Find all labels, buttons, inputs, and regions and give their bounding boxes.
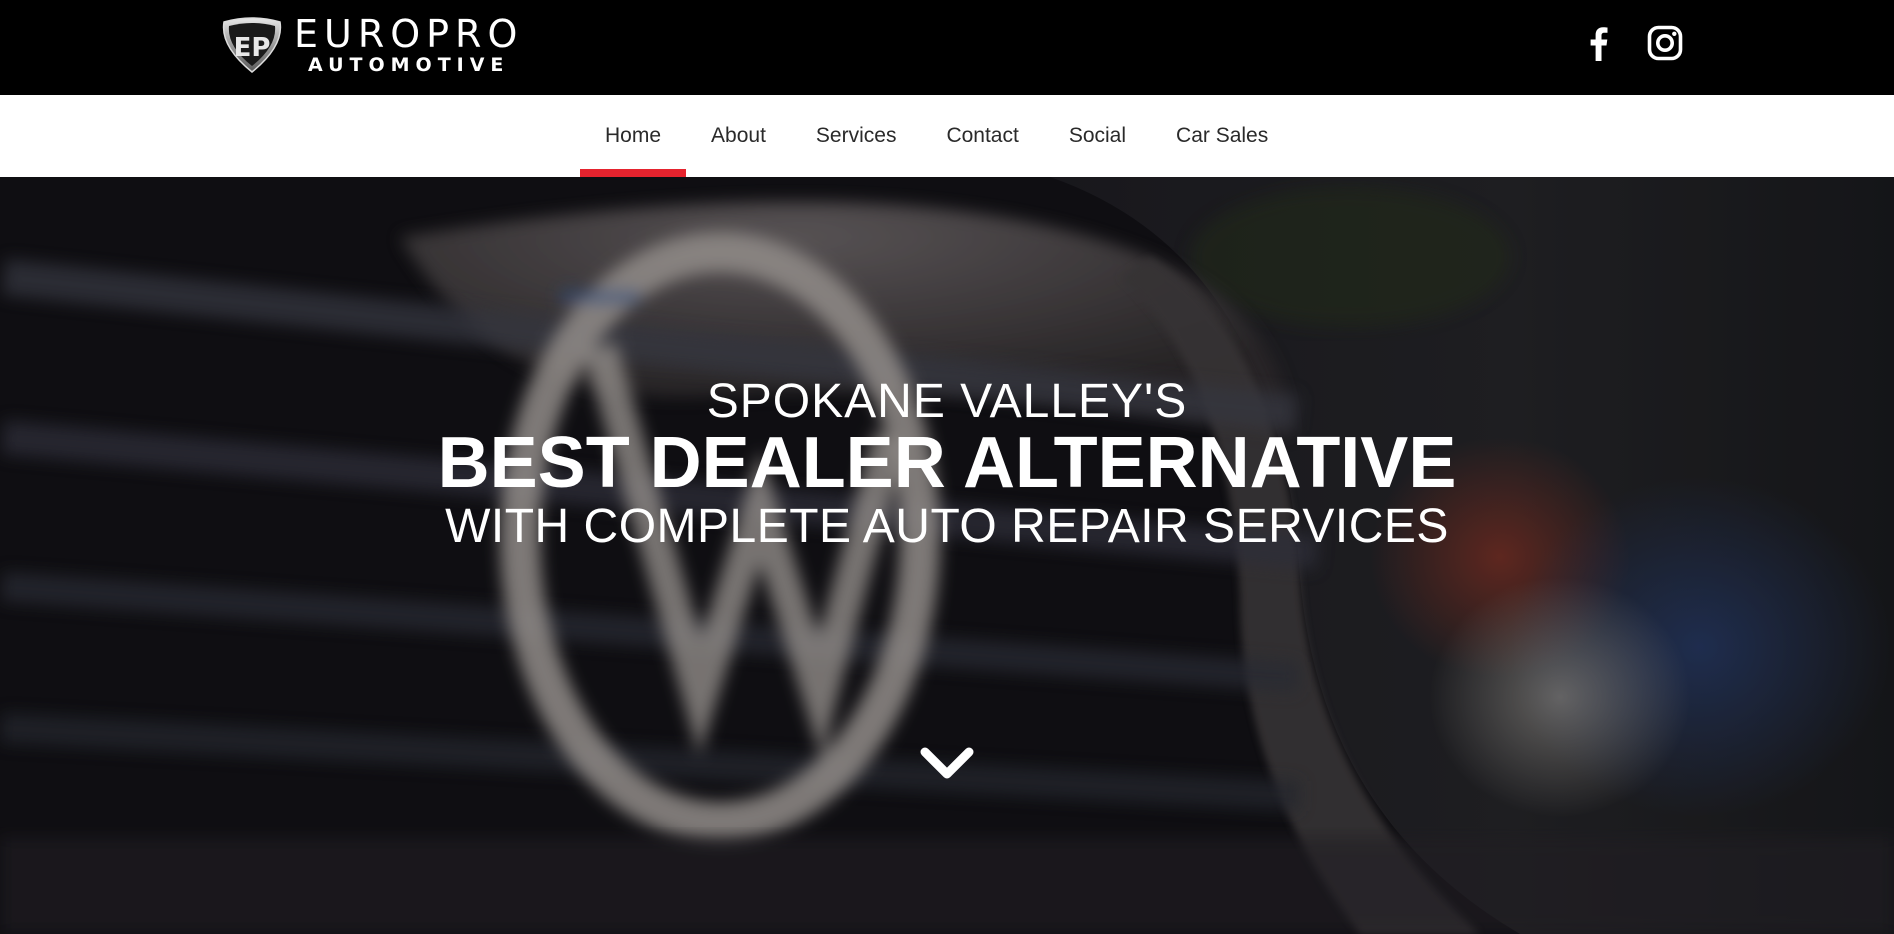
logo-text: EUROPRO AUTOMOTIVE <box>294 15 523 75</box>
nav-item-home[interactable]: Home <box>580 95 687 177</box>
site-logo[interactable]: EP EUROPRO AUTOMOTIVE <box>218 15 523 75</box>
hero-section: SPOKANE VALLEY'S BEST DEALER ALTERNATIVE… <box>0 177 1894 934</box>
logo-subtitle: AUTOMOTIVE <box>307 54 510 76</box>
svg-text:EP: EP <box>234 33 271 63</box>
facebook-link[interactable] <box>1580 24 1618 62</box>
hero-overlay <box>0 177 1894 934</box>
instagram-link[interactable] <box>1646 24 1684 62</box>
nav-item-services[interactable]: Services <box>791 95 922 177</box>
chevron-down-icon <box>920 747 974 779</box>
hero-tagline-top: SPOKANE VALLEY'S <box>706 375 1188 428</box>
social-links <box>1580 24 1684 62</box>
hero-tagline-bottom: WITH COMPLETE AUTO REPAIR SERVICES <box>445 500 1449 554</box>
top-bar: EP EUROPRO AUTOMOTIVE <box>0 0 1894 95</box>
nav-item-social[interactable]: Social <box>1044 95 1151 177</box>
main-navigation: Home About Services Contact Social Car S… <box>0 95 1894 177</box>
instagram-icon <box>1647 25 1683 61</box>
logo-brand: EUROPRO <box>294 12 524 56</box>
nav-item-about[interactable]: About <box>686 95 791 177</box>
ep-shield-logo-icon: EP <box>222 17 282 73</box>
hero-title: BEST DEALER ALTERNATIVE <box>437 423 1457 504</box>
nav-item-contact[interactable]: Contact <box>921 95 1043 177</box>
scroll-down-button[interactable] <box>919 744 975 784</box>
facebook-icon <box>1590 27 1608 61</box>
hero-headline: SPOKANE VALLEY'S BEST DEALER ALTERNATIVE… <box>0 375 1894 555</box>
nav-menu: Home About Services Contact Social Car S… <box>580 95 1293 177</box>
nav-item-car-sales[interactable]: Car Sales <box>1151 95 1293 177</box>
